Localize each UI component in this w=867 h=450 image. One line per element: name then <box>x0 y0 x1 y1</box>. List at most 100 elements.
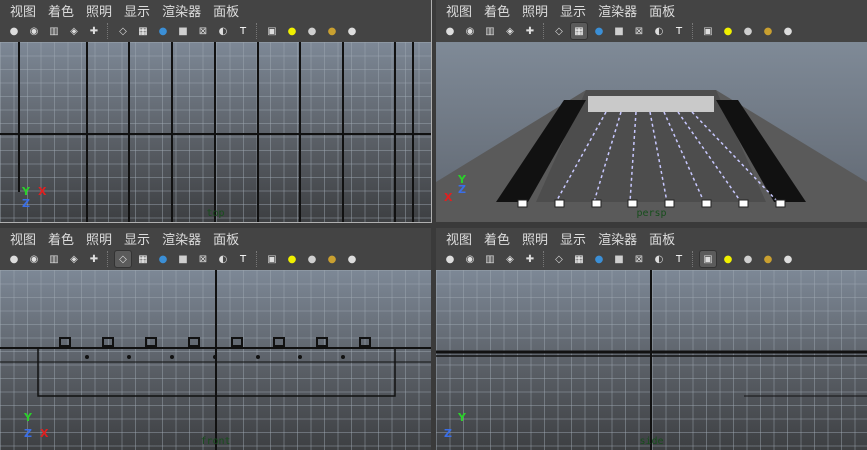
textured-icon[interactable]: ▦ <box>571 251 587 267</box>
default-light-icon[interactable]: ● <box>284 251 300 267</box>
viewport-canvas[interactable]: Y Z X front <box>0 270 431 450</box>
menu-panels[interactable]: 面板 <box>213 1 239 20</box>
image-plane-icon[interactable]: ▥ <box>482 23 498 39</box>
default-light-icon[interactable]: ● <box>284 23 300 39</box>
select-camera-icon[interactable]: ◈ <box>66 23 82 39</box>
shadows-icon[interactable]: ● <box>324 251 340 267</box>
flat-shade-icon[interactable]: ■ <box>611 251 627 267</box>
camera-bookmark-icon[interactable]: ◉ <box>26 23 42 39</box>
shadows-icon[interactable]: ● <box>324 23 340 39</box>
bounding-box-icon[interactable]: ⊠ <box>195 251 211 267</box>
menu-panels[interactable]: 面板 <box>649 1 675 20</box>
viewport-persp[interactable]: 视图 着色 照明 显示 渲染器 面板 ● ◉ ▥ ◈ ✚ ◇ ▦ ● ■ ⊠ ◐ T ▣ ● ● ● ● <box>436 0 867 222</box>
image-plane-icon[interactable]: ▥ <box>46 251 62 267</box>
camera-attr-icon[interactable]: ● <box>442 251 458 267</box>
menu-panels[interactable]: 面板 <box>649 229 675 248</box>
menu-lighting[interactable]: 照明 <box>522 1 548 20</box>
flat-shade-icon[interactable]: ■ <box>175 251 191 267</box>
track-icon[interactable]: ✚ <box>86 251 102 267</box>
textured-icon[interactable]: ▦ <box>135 251 151 267</box>
track-icon[interactable]: ✚ <box>86 23 102 39</box>
isolate-icon[interactable]: T <box>235 23 251 39</box>
use-all-lights-icon[interactable]: ● <box>304 23 320 39</box>
smooth-shade-icon[interactable]: ● <box>591 23 607 39</box>
select-camera-icon[interactable]: ◈ <box>66 251 82 267</box>
material-icon[interactable]: ● <box>780 23 796 39</box>
hardware-texture-icon[interactable]: ▣ <box>264 251 280 267</box>
menu-shading[interactable]: 着色 <box>48 1 74 20</box>
camera-attr-icon[interactable]: ● <box>6 251 22 267</box>
shadows-icon[interactable]: ● <box>760 23 776 39</box>
viewport-canvas[interactable]: Y Z side <box>436 270 867 450</box>
hardware-texture-icon[interactable]: ▣ <box>700 23 716 39</box>
menu-lighting[interactable]: 照明 <box>86 1 112 20</box>
viewport-side[interactable]: 视图 着色 照明 显示 渲染器 面板 ● ◉ ▥ ◈ ✚ ◇ ▦ ● ■ ⊠ ◐ T ▣ ● ● ● ● Y Z… <box>436 228 867 450</box>
track-icon[interactable]: ✚ <box>522 23 538 39</box>
menu-view[interactable]: 视图 <box>10 229 36 248</box>
material-icon[interactable]: ● <box>780 251 796 267</box>
image-plane-icon[interactable]: ▥ <box>46 23 62 39</box>
use-all-lights-icon[interactable]: ● <box>740 251 756 267</box>
menu-panels[interactable]: 面板 <box>213 229 239 248</box>
shadows-icon[interactable]: ● <box>760 251 776 267</box>
camera-bookmark-icon[interactable]: ◉ <box>462 251 478 267</box>
default-light-icon[interactable]: ● <box>720 23 736 39</box>
camera-bookmark-icon[interactable]: ◉ <box>26 251 42 267</box>
camera-attr-icon[interactable]: ● <box>6 23 22 39</box>
xray-icon[interactable]: ◐ <box>215 23 231 39</box>
wireframe-icon[interactable]: ◇ <box>114 250 132 268</box>
menu-lighting[interactable]: 照明 <box>86 229 112 248</box>
bounding-box-icon[interactable]: ⊠ <box>195 23 211 39</box>
menu-shading[interactable]: 着色 <box>484 229 510 248</box>
xray-icon[interactable]: ◐ <box>215 251 231 267</box>
smooth-shade-icon[interactable]: ● <box>155 23 171 39</box>
use-all-lights-icon[interactable]: ● <box>740 23 756 39</box>
smooth-shade-icon[interactable]: ● <box>591 251 607 267</box>
hardware-texture-icon[interactable]: ▣ <box>699 250 717 268</box>
wireframe-icon[interactable]: ◇ <box>115 23 131 39</box>
isolate-icon[interactable]: T <box>671 251 687 267</box>
menu-show[interactable]: 显示 <box>124 1 150 20</box>
menu-renderer[interactable]: 渲染器 <box>598 1 637 20</box>
menu-lighting[interactable]: 照明 <box>522 229 548 248</box>
xray-icon[interactable]: ◐ <box>651 23 667 39</box>
viewport-canvas[interactable]: Y X Z top <box>0 42 431 222</box>
menu-renderer[interactable]: 渲染器 <box>598 229 637 248</box>
material-icon[interactable]: ● <box>344 23 360 39</box>
menu-show[interactable]: 显示 <box>560 229 586 248</box>
viewport-front[interactable]: 视图 着色 照明 显示 渲染器 面板 ● ◉ ▥ ◈ ✚ ◇ ▦ ● ■ ⊠ ◐ T ▣ ● ● ● ● <box>0 228 431 450</box>
menu-renderer[interactable]: 渲染器 <box>162 1 201 20</box>
isolate-icon[interactable]: T <box>671 23 687 39</box>
viewport-canvas[interactable]: Y Z X persp <box>436 42 867 222</box>
isolate-icon[interactable]: T <box>235 251 251 267</box>
track-icon[interactable]: ✚ <box>522 251 538 267</box>
xray-icon[interactable]: ◐ <box>651 251 667 267</box>
select-camera-icon[interactable]: ◈ <box>502 251 518 267</box>
smooth-shade-icon[interactable]: ● <box>155 251 171 267</box>
menu-renderer[interactable]: 渲染器 <box>162 229 201 248</box>
camera-bookmark-icon[interactable]: ◉ <box>462 23 478 39</box>
camera-attr-icon[interactable]: ● <box>442 23 458 39</box>
flat-shade-icon[interactable]: ■ <box>611 23 627 39</box>
wireframe-icon[interactable]: ◇ <box>551 23 567 39</box>
bounding-box-icon[interactable]: ⊠ <box>631 23 647 39</box>
textured-icon[interactable]: ▦ <box>570 22 588 40</box>
menu-view[interactable]: 视图 <box>10 1 36 20</box>
menu-shading[interactable]: 着色 <box>484 1 510 20</box>
default-light-icon[interactable]: ● <box>720 251 736 267</box>
menu-show[interactable]: 显示 <box>560 1 586 20</box>
bounding-box-icon[interactable]: ⊠ <box>631 251 647 267</box>
hardware-texture-icon[interactable]: ▣ <box>264 23 280 39</box>
menu-shading[interactable]: 着色 <box>48 229 74 248</box>
material-icon[interactable]: ● <box>344 251 360 267</box>
menu-show[interactable]: 显示 <box>124 229 150 248</box>
image-plane-icon[interactable]: ▥ <box>482 251 498 267</box>
flat-shade-icon[interactable]: ■ <box>175 23 191 39</box>
use-all-lights-icon[interactable]: ● <box>304 251 320 267</box>
viewport-top[interactable]: 视图 着色 照明 显示 渲染器 面板 ● ◉ ▥ ◈ ✚ ◇ ▦ ● ■ ⊠ ◐ T ▣ ● ● ● ● Y <box>0 0 432 223</box>
textured-icon[interactable]: ▦ <box>135 23 151 39</box>
menu-view[interactable]: 视图 <box>446 229 472 248</box>
select-camera-icon[interactable]: ◈ <box>502 23 518 39</box>
wireframe-icon[interactable]: ◇ <box>551 251 567 267</box>
menu-view[interactable]: 视图 <box>446 1 472 20</box>
